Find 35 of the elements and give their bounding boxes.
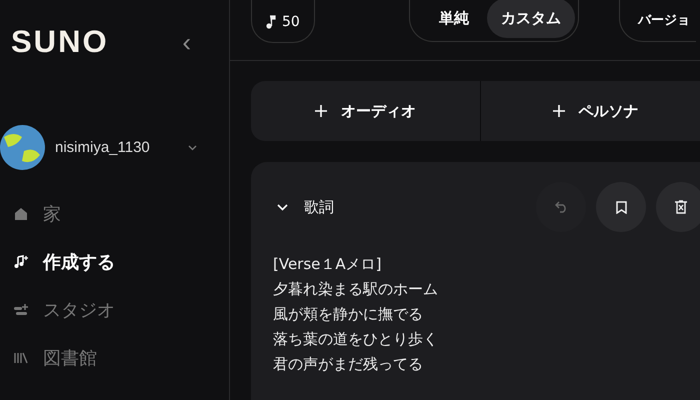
logo: SUNO bbox=[11, 24, 109, 60]
credits-count: 50 bbox=[282, 14, 300, 30]
lyrics-line: 夕暮れ染まる駅のホーム bbox=[273, 279, 439, 300]
username[interactable]: nisimiya_1130 bbox=[55, 139, 150, 156]
add-button[interactable]: ペルソナ bbox=[480, 81, 700, 141]
home-icon bbox=[13, 206, 29, 222]
plus-icon bbox=[552, 105, 564, 117]
version-button[interactable]: バージョ bbox=[618, 0, 696, 42]
music-note-icon bbox=[266, 15, 276, 29]
lyrics-line: [Verse１Aメロ] bbox=[273, 254, 383, 275]
nav-item[interactable]: 家 bbox=[13, 190, 229, 238]
lyrics-line: 風が頬を静かに撫でる bbox=[273, 304, 424, 325]
nav-item[interactable]: スタジオ bbox=[13, 286, 229, 334]
plus-icon bbox=[315, 105, 327, 117]
mode-tab[interactable]: カスタム bbox=[486, 0, 575, 38]
lyrics-line: 落ち葉の道をひとり歩く bbox=[273, 329, 439, 350]
avatar bbox=[0, 125, 45, 170]
music-note-icon bbox=[13, 254, 29, 270]
add-button[interactable]: オーディオ bbox=[251, 81, 480, 141]
chevron-down-icon[interactable] bbox=[188, 144, 197, 150]
library-icon bbox=[13, 350, 29, 366]
bookmark-icon bbox=[616, 200, 626, 214]
sliders-icon bbox=[13, 302, 29, 318]
lyrics-line: 君の声がまだ残ってる bbox=[273, 354, 424, 375]
undo-icon bbox=[554, 201, 568, 213]
lyrics-toggle[interactable]: 歌詞 bbox=[273, 198, 334, 216]
trash-icon bbox=[675, 200, 687, 214]
credits-badge[interactable]: 50 bbox=[251, 0, 315, 43]
delete-button[interactable] bbox=[656, 182, 700, 232]
nav-item[interactable]: 作成する bbox=[13, 238, 229, 286]
chevron-icon bbox=[277, 204, 288, 210]
nav-item[interactable]: 図書館 bbox=[13, 334, 229, 382]
bookmark-button[interactable] bbox=[596, 182, 646, 232]
collapse-button[interactable]: ‹ bbox=[182, 29, 191, 55]
mode-tab[interactable]: 単純 bbox=[424, 0, 483, 38]
